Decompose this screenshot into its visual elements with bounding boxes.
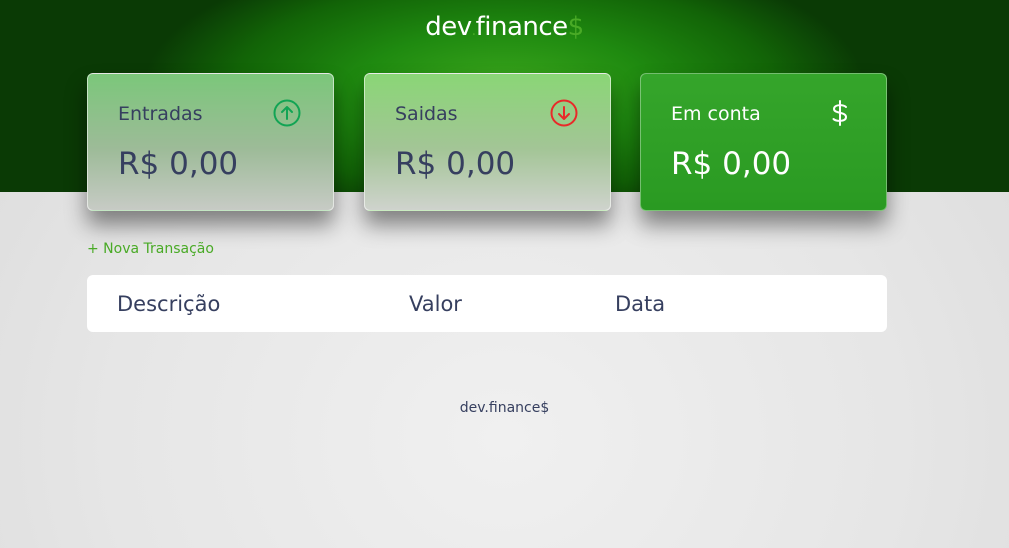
total-card: Em conta R$ 0,00 — [640, 73, 887, 211]
footer-text: dev.finance$ — [459, 400, 550, 416]
dollar-icon — [832, 100, 848, 126]
column-header-date: Data — [615, 292, 666, 316]
column-header-value: Valor — [409, 292, 462, 316]
arrow-up-circle-icon — [273, 99, 301, 127]
arrow-down-circle-icon — [550, 99, 578, 127]
total-amount: R$ 0,00 — [671, 146, 792, 182]
logo: dev.finance$ — [0, 12, 1009, 42]
logo-text-finance: finance — [475, 12, 569, 42]
expense-amount: R$ 0,00 — [395, 146, 516, 182]
expense-label: Saidas — [395, 103, 458, 125]
expense-card: Saidas R$ 0,00 — [364, 73, 611, 211]
logo-dollar: $ — [567, 12, 585, 42]
income-card: Entradas R$ 0,00 — [87, 73, 334, 211]
logo-text-dev: dev — [425, 12, 472, 42]
transactions-table: Descrição Valor Data — [87, 275, 887, 332]
total-label: Em conta — [671, 103, 761, 125]
new-transaction-button[interactable]: + Nova Transação — [87, 241, 214, 257]
column-header-description: Descrição — [117, 292, 221, 316]
income-amount: R$ 0,00 — [118, 146, 239, 182]
income-label: Entradas — [118, 103, 203, 125]
